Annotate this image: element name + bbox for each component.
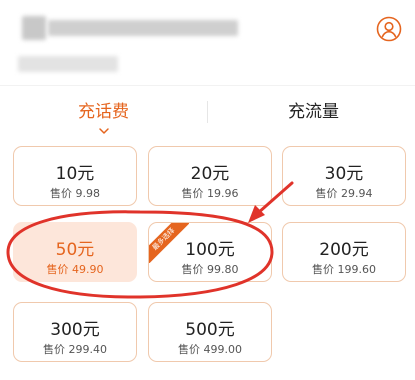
- blurred-avatar: [22, 16, 46, 40]
- profile-icon[interactable]: [376, 16, 402, 42]
- product-price: 售价 199.60: [312, 263, 376, 276]
- product-card-200[interactable]: 200元 售价 199.60: [282, 222, 406, 282]
- annotation-arrowhead: [248, 205, 265, 223]
- product-price: 售价 299.40: [43, 343, 107, 356]
- product-amount: 20元: [190, 164, 230, 184]
- product-card-20[interactable]: 20元 售价 19.96: [148, 146, 272, 206]
- product-card-10[interactable]: 10元 售价 9.98: [13, 146, 137, 206]
- product-amount: 10元: [55, 164, 95, 184]
- product-amount: 300元: [50, 320, 100, 340]
- blurred-account-subtitle: [18, 56, 118, 72]
- product-amount: 50元: [55, 240, 95, 260]
- product-amount: 100元: [185, 240, 235, 260]
- product-card-100[interactable]: 最多选择 100元 售价 99.80: [148, 222, 272, 282]
- product-amount: 500元: [185, 320, 235, 340]
- tab-data-plan[interactable]: 充流量: [288, 97, 339, 122]
- product-price: 售价 9.98: [50, 187, 100, 200]
- product-price: 售价 19.96: [181, 187, 239, 200]
- product-card-500[interactable]: 500元 售价 499.00: [148, 302, 272, 362]
- header-divider: [0, 85, 415, 86]
- product-price: 售价 49.90: [46, 263, 104, 276]
- product-price: 售价 499.00: [178, 343, 242, 356]
- chevron-down-icon: [98, 121, 110, 134]
- product-amount: 30元: [324, 164, 364, 184]
- blurred-account-name: [48, 20, 238, 36]
- tab-phone-credit[interactable]: 充话费: [78, 97, 129, 122]
- tab-separator: [207, 101, 208, 123]
- product-card-300[interactable]: 300元 售价 299.40: [13, 302, 137, 362]
- product-card-30[interactable]: 30元 售价 29.94: [282, 146, 406, 206]
- product-price: 售价 29.94: [315, 187, 373, 200]
- product-price: 售价 99.80: [181, 263, 239, 276]
- product-card-50[interactable]: 50元 售价 49.90: [13, 222, 137, 282]
- product-amount: 200元: [319, 240, 369, 260]
- recharge-tabs: 充话费 充流量: [0, 97, 415, 137]
